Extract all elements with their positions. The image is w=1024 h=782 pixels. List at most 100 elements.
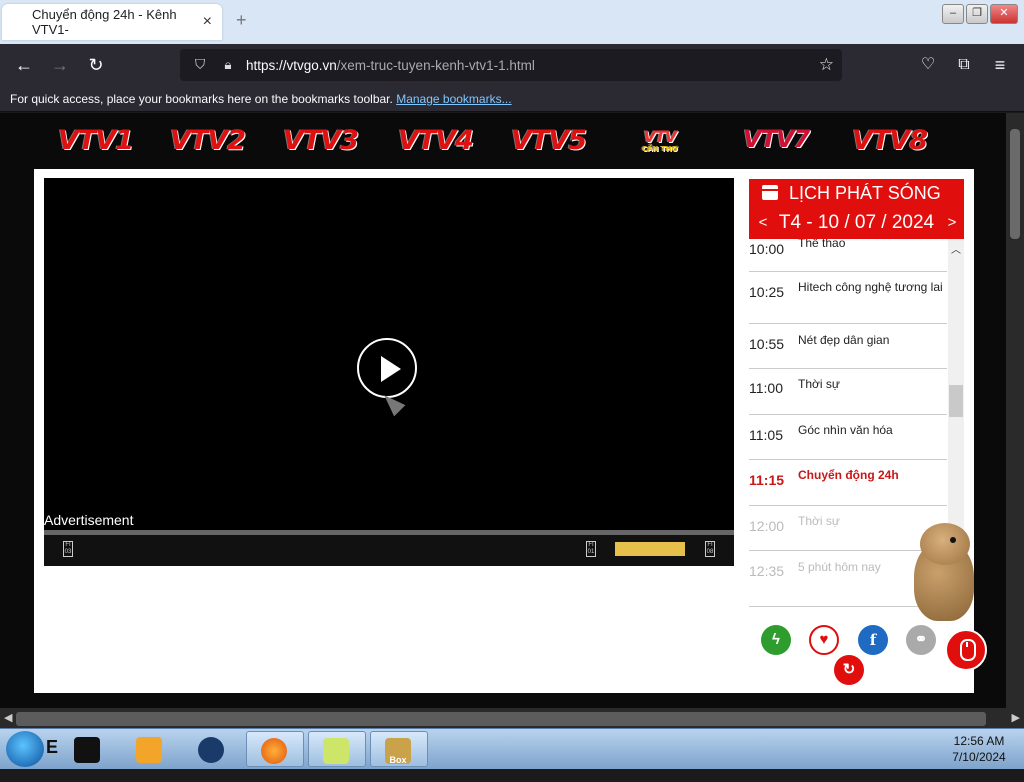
facebook-icon[interactable]: f: [858, 625, 888, 655]
schedule-date: T4 - 10 / 07 / 2024: [778, 212, 935, 233]
schedule-item[interactable]: 10:55 Nét đẹp dân gian: [749, 323, 947, 369]
tab-active[interactable]: Chuyển động 24h - Kênh VTV1- ×: [2, 4, 222, 40]
hamster-mascot: [906, 523, 978, 621]
box-icon: Box: [385, 738, 411, 765]
bookmarks-toolbar: For quick access, place your bookmarks h…: [0, 86, 1024, 112]
channel-vtv2[interactable]: VTV2: [170, 125, 246, 159]
program-name: Hitech công nghệ tương lai: [798, 280, 943, 294]
calendar-icon: [762, 185, 778, 200]
taskbar-item-notes[interactable]: [308, 731, 366, 767]
taskbar-item-box[interactable]: Box: [370, 731, 428, 767]
program-time: 10:55: [749, 336, 785, 352]
bookmark-star-icon[interactable]: ☆: [819, 55, 834, 75]
link-icon[interactable]: ⚭: [906, 625, 936, 655]
lightning-icon[interactable]: ϟ: [761, 625, 791, 655]
schedule-item[interactable]: 11:05 Góc nhìn văn hóa: [749, 414, 947, 460]
ad-marker: FI 08: [705, 541, 715, 557]
scroll-left-icon[interactable]: ◀: [4, 711, 12, 724]
folder-icon: [74, 737, 100, 763]
schedule-header: LỊCH PHÁT SÓNG: [749, 179, 964, 207]
start-label: E: [46, 737, 59, 757]
program-time: 10:25: [749, 284, 785, 300]
taskbar-item-explorer[interactable]: [60, 731, 118, 767]
new-tab-button[interactable]: +: [236, 10, 247, 31]
channel-vtv-can-tho[interactable]: VTV CẦN THƠ: [642, 129, 678, 165]
taskbar-item-media[interactable]: [122, 731, 180, 767]
channel-vtv8[interactable]: VTV8: [852, 125, 928, 159]
heart-icon[interactable]: ♥: [809, 625, 839, 655]
mouse-scroll-icon[interactable]: [945, 629, 987, 671]
taskbar-item-globe[interactable]: [184, 731, 242, 767]
program-name: Chuyển động 24h: [798, 468, 899, 482]
taskbar: E Box 12:56 AM 7/10/2024: [0, 728, 1024, 769]
url-path: /xem-truc-tuyen-kenh-vtv1-1.html: [336, 57, 535, 73]
refresh-icon[interactable]: ↻: [834, 655, 864, 685]
program-name: Góc nhìn văn hóa: [798, 423, 893, 437]
url-bar[interactable]: ⛉ 🔒︎ https://vtvgo.vn/xem-truc-tuyen-ken…: [180, 49, 842, 81]
system-tray[interactable]: [858, 731, 930, 767]
clock-time: 12:56 AM: [953, 734, 1005, 748]
scrollbar-thumb[interactable]: [16, 712, 986, 726]
program-time: 12:35: [749, 563, 785, 579]
lock-icon[interactable]: 🔒︎: [218, 57, 238, 73]
media-player-icon: [136, 737, 162, 763]
tab-close-icon[interactable]: ×: [203, 13, 212, 31]
page-vertical-scrollbar[interactable]: [1006, 113, 1024, 708]
next-day-button[interactable]: >: [942, 207, 962, 239]
prev-day-button[interactable]: <: [753, 207, 773, 239]
schedule-item[interactable]: 10:25 Hitech công nghệ tương lai: [749, 271, 947, 324]
channel-cantho-sub: CẦN THƠ: [642, 145, 678, 153]
window-controls: – ❐ ✕: [942, 4, 1018, 24]
program-name: Nét đẹp dân gian: [798, 333, 890, 347]
ad-progress-bar: [615, 542, 685, 556]
advertisement-label: Advertisement: [44, 512, 134, 528]
manage-bookmarks-link[interactable]: Manage bookmarks...: [396, 92, 511, 106]
restore-button[interactable]: ❐: [966, 4, 988, 24]
web-page: VTV1 VTV2 VTV3 VTV4 VTV5 VTV CẦN THƠ VTV…: [0, 113, 1006, 708]
bookmarks-hint: For quick access, place your bookmarks h…: [10, 92, 393, 106]
forward-button[interactable]: →: [46, 52, 74, 78]
shield-icon[interactable]: ⛉: [190, 57, 210, 73]
channel-vtv5[interactable]: VTV5: [511, 125, 587, 159]
play-icon[interactable]: [357, 338, 417, 398]
schedule-item-current[interactable]: 11:15 Chuyển động 24h: [749, 459, 947, 506]
schedule-title: LỊCH PHÁT SÓNG: [789, 183, 941, 203]
ad-marker: FI 01: [586, 541, 596, 557]
schedule-item[interactable]: 11:00 Thời sự: [749, 368, 947, 415]
schedule-item[interactable]: 10:00 Thể thao: [749, 239, 947, 272]
program-time: 11:05: [749, 427, 783, 443]
menu-icon[interactable]: ≡: [986, 52, 1014, 78]
main-content: Advertisement FI 03 FI 01 FI 08 LỊCH PHÁT S…: [34, 169, 974, 693]
page-horizontal-scrollbar[interactable]: ◀ ▶: [0, 708, 1024, 730]
schedule-date-bar: < T4 - 10 / 07 / 2024 >: [749, 207, 964, 239]
reload-button[interactable]: ↻: [82, 52, 110, 78]
channel-vtv1[interactable]: VTV1: [58, 125, 134, 159]
channel-vtv7[interactable]: VTV7: [743, 125, 810, 159]
program-time: 10:00: [749, 241, 785, 257]
scrollbar-thumb[interactable]: [949, 385, 963, 417]
sticky-notes-icon: [323, 738, 349, 764]
channel-vtv4[interactable]: VTV4: [398, 125, 474, 159]
extensions-icon[interactable]: ⧉: [950, 52, 978, 78]
minimize-button[interactable]: –: [942, 4, 964, 24]
navigation-toolbar: ← → ↻ ⛉ 🔒︎ https://vtvgo.vn/xem-truc-tuy…: [0, 44, 1024, 86]
player-controls: FI 03 FI 01 FI 08: [44, 535, 734, 566]
clock-date: 7/10/2024: [952, 750, 1006, 764]
url-host: https://vtvgo.vn: [246, 57, 337, 73]
globe-icon: [198, 737, 224, 763]
chevron-up-icon[interactable]: ︿: [951, 241, 961, 256]
program-time: 11:00: [749, 380, 783, 396]
video-player[interactable]: Advertisement FI 03 FI 01 FI 08: [44, 178, 734, 566]
back-button[interactable]: ←: [10, 52, 38, 78]
program-name: Thời sự: [798, 377, 840, 391]
program-name: Thể thao: [798, 239, 846, 250]
pocket-icon[interactable]: ♡: [914, 52, 942, 78]
scrollbar-thumb[interactable]: [1010, 129, 1020, 239]
firefox-icon: [261, 738, 287, 764]
close-window-button[interactable]: ✕: [990, 4, 1018, 24]
channel-vtv3[interactable]: VTV3: [283, 125, 359, 159]
start-button[interactable]: [6, 731, 44, 767]
taskbar-item-firefox[interactable]: [246, 731, 304, 767]
scroll-right-icon[interactable]: ▶: [1012, 711, 1020, 724]
clock[interactable]: 12:56 AM 7/10/2024: [938, 733, 1020, 765]
